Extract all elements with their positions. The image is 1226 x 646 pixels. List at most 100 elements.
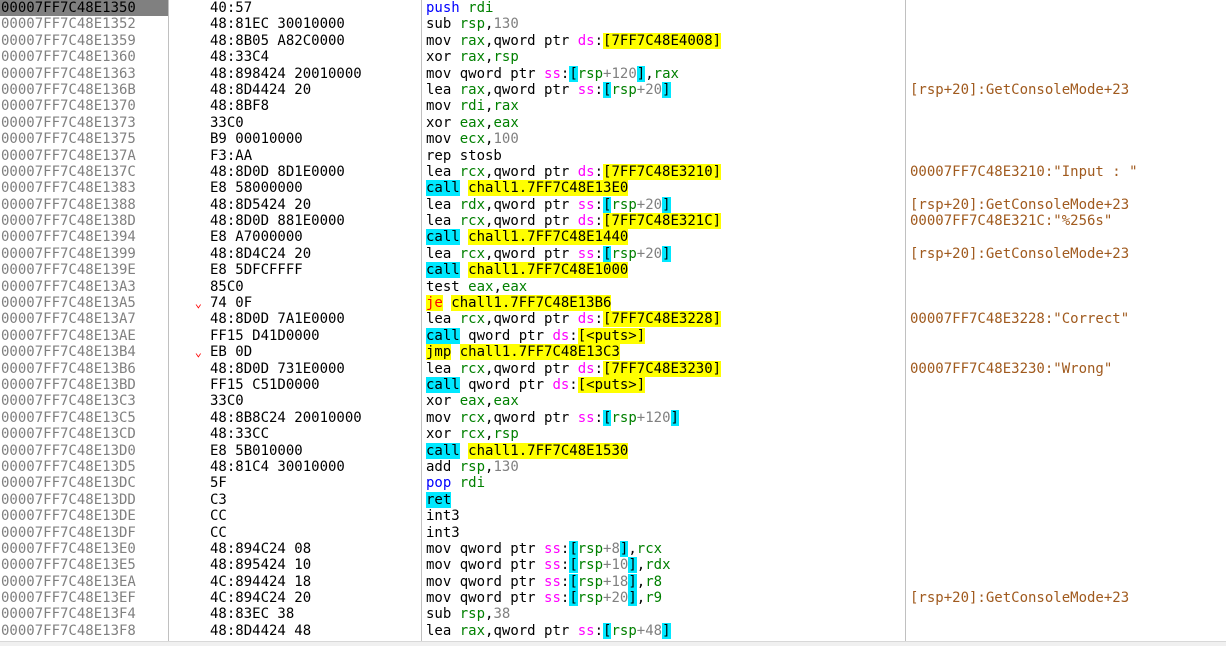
disassembly-cell[interactable]: lea rcx,qword ptr ds:[7FF7C48E3210] <box>421 163 905 180</box>
disassembly-cell[interactable]: call chall1.7FF7C48E1000 <box>421 262 905 279</box>
disassembly-cell[interactable]: lea rcx,qword ptr ds:[7FF7C48E3228] <box>421 311 905 328</box>
instruction-row[interactable]: 00007FF7C48E13E5 48:895424 10 mov qword pt… <box>0 557 1226 574</box>
address-cell[interactable]: 00007FF7C48E13DE <box>0 508 168 524</box>
address-cell[interactable]: 00007FF7C48E1370 <box>0 98 168 114</box>
instruction-row[interactable]: 00007FF7C48E136B 48:8D4424 20 lea rax,qwor… <box>0 81 1226 98</box>
address-cell[interactable]: 00007FF7C48E13A3 <box>0 279 168 295</box>
address-cell[interactable]: 00007FF7C48E1373 <box>0 115 168 131</box>
instruction-row[interactable]: 00007FF7C48E139E E8 5DFCFFFF call chall1.7… <box>0 262 1226 279</box>
instruction-row[interactable]: 00007FF7C48E13B4 ⌄ EB 0D jmp chall1.7FF7C48… <box>0 344 1226 361</box>
instruction-row[interactable]: 00007FF7C48E13A5 ⌄ 74 0F je chall1.7FF7C48E… <box>0 295 1226 312</box>
address-cell[interactable]: 00007FF7C48E13D0 <box>0 443 168 459</box>
disassembly-cell[interactable]: je chall1.7FF7C48E13B6 <box>421 295 905 312</box>
instruction-row[interactable]: 00007FF7C48E13D5 48:81C4 30010000 add rsp,… <box>0 459 1226 475</box>
disassembly-cell[interactable]: lea rcx,qword ptr ss:[rsp+20] <box>421 245 905 262</box>
address-cell[interactable]: 00007FF7C48E138D <box>0 213 168 229</box>
instruction-row[interactable]: 00007FF7C48E1375 B9 00010000 mov ecx,100 <box>0 131 1226 147</box>
instruction-row[interactable]: 00007FF7C48E13E0 48:894C24 08 mov qword pt… <box>0 540 1226 557</box>
disassembly-cell[interactable]: pop rdi <box>421 475 905 491</box>
address-cell[interactable]: 00007FF7C48E13B6 <box>0 361 168 377</box>
instruction-row[interactable]: 00007FF7C48E13A3 85C0 test eax,eax <box>0 279 1226 295</box>
address-cell[interactable]: 00007FF7C48E1352 <box>0 16 168 32</box>
disassembly-cell[interactable]: test eax,eax <box>421 279 905 295</box>
instruction-row[interactable]: 00007FF7C48E13BD FF15 C51D0000 call qword … <box>0 376 1226 393</box>
instruction-row[interactable]: 00007FF7C48E13EF 4C:894C24 20 mov qword pt… <box>0 590 1226 607</box>
instruction-row[interactable]: 00007FF7C48E13C5 48:8B8C24 20010000 mov rc… <box>0 409 1226 426</box>
disassembly-cell[interactable]: xor rax,rsp <box>421 49 905 65</box>
address-cell[interactable]: 00007FF7C48E13DC <box>0 475 168 491</box>
disassembly-cell[interactable]: call qword ptr ds:[<puts>] <box>421 327 905 344</box>
disassembly-cell[interactable]: mov rdi,rax <box>421 98 905 114</box>
horizontal-scrollbar[interactable] <box>0 641 1226 646</box>
address-cell[interactable]: 00007FF7C48E137A <box>0 148 168 164</box>
disassembly-cell[interactable]: mov qword ptr ss:[rsp+120],rax <box>421 65 905 82</box>
disassembly-cell[interactable]: call qword ptr ds:[<puts>] <box>421 376 905 393</box>
address-cell[interactable]: 00007FF7C48E13E5 <box>0 557 168 573</box>
disassembly-cell[interactable]: lea rdx,qword ptr ss:[rsp+20] <box>421 196 905 213</box>
disassembly-cell[interactable]: lea rax,qword ptr ss:[rsp+48] <box>421 622 905 639</box>
instruction-row[interactable]: 00007FF7C48E13AE FF15 D41D0000 call qword … <box>0 327 1226 344</box>
instruction-row[interactable]: 00007FF7C48E13DF CC int3 <box>0 525 1226 541</box>
disassembly-cell[interactable]: lea rax,qword ptr ss:[rsp+20] <box>421 81 905 98</box>
instruction-row[interactable]: 00007FF7C48E13DE CC int3 <box>0 508 1226 524</box>
address-cell[interactable]: 00007FF7C48E13CD <box>0 426 168 442</box>
address-cell[interactable]: 00007FF7C48E1394 <box>0 229 168 245</box>
address-cell[interactable]: 00007FF7C48E1383 <box>0 180 168 196</box>
instruction-row[interactable]: 00007FF7C48E13DD C3 ret <box>0 491 1226 508</box>
instruction-row[interactable]: 00007FF7C48E13B6 48:8D0D 731E0000 lea rcx,… <box>0 360 1226 377</box>
instruction-row[interactable]: 00007FF7C48E1399 48:8D4C24 20 lea rcx,qwor… <box>0 245 1226 262</box>
instruction-row[interactable]: 00007FF7C48E13EA 4C:894424 18 mov qword pt… <box>0 573 1226 590</box>
disassembly-cell[interactable]: xor eax,eax <box>421 115 905 131</box>
address-cell[interactable]: 00007FF7C48E13D5 <box>0 459 168 475</box>
instruction-row[interactable]: 00007FF7C48E1360 48:33C4 xor rax,rsp <box>0 49 1226 65</box>
disassembly-cell[interactable]: lea rcx,qword ptr ds:[7FF7C48E3230] <box>421 360 905 377</box>
address-cell[interactable]: 00007FF7C48E13C3 <box>0 393 168 409</box>
address-cell[interactable]: 00007FF7C48E13C5 <box>0 410 168 426</box>
disassembly-cell[interactable]: int3 <box>421 525 905 541</box>
address-cell[interactable]: 00007FF7C48E136B <box>0 82 168 98</box>
disassembly-cell[interactable]: lea rcx,qword ptr ds:[7FF7C48E321C] <box>421 213 905 230</box>
disassembly-cell[interactable]: sub rsp,130 <box>421 16 905 32</box>
address-cell[interactable]: 00007FF7C48E13DF <box>0 525 168 541</box>
disassembly-cell[interactable]: sub rsp,38 <box>421 606 905 622</box>
disassembly-cell[interactable]: mov qword ptr ss:[rsp+20],r9 <box>421 590 905 607</box>
instruction-row[interactable]: 00007FF7C48E13D0 E8 5B010000 call chall1.7… <box>0 442 1226 459</box>
address-cell[interactable]: 00007FF7C48E13AE <box>0 328 168 344</box>
disassembly-cell[interactable]: mov rax,qword ptr ds:[7FF7C48E4008] <box>421 32 905 49</box>
address-cell[interactable]: 00007FF7C48E13F8 <box>0 623 168 639</box>
disassembly-listing[interactable]: 00007FF7C48E1350 40:57 push rdi 00007FF7C48… <box>0 0 1226 641</box>
address-cell[interactable]: 00007FF7C48E1360 <box>0 49 168 65</box>
address-cell[interactable]: 00007FF7C48E13EF <box>0 590 168 606</box>
instruction-row[interactable]: 00007FF7C48E1394 E8 A7000000 call chall1.7… <box>0 229 1226 246</box>
address-cell[interactable]: 00007FF7C48E13A5 <box>0 295 168 311</box>
instruction-row[interactable]: 00007FF7C48E13CD 48:33CC xor rcx,rsp <box>0 426 1226 442</box>
disassembly-cell[interactable]: xor eax,eax <box>421 393 905 409</box>
instruction-row[interactable]: 00007FF7C48E1352 48:81EC 30010000 sub rsp,… <box>0 16 1226 32</box>
disassembly-cell[interactable]: push rdi <box>421 0 905 16</box>
address-cell[interactable]: 00007FF7C48E1363 <box>0 66 168 82</box>
address-cell[interactable]: 00007FF7C48E13DD <box>0 492 168 508</box>
disassembly-cell[interactable]: mov qword ptr ss:[rsp+8],rcx <box>421 540 905 557</box>
instruction-row[interactable]: 00007FF7C48E13DC 5F pop rdi <box>0 475 1226 491</box>
disassembly-cell[interactable]: add rsp,130 <box>421 459 905 475</box>
disassembly-cell[interactable]: call chall1.7FF7C48E13E0 <box>421 180 905 197</box>
disassembly-cell[interactable]: ret <box>421 491 905 508</box>
disassembly-cell[interactable]: mov ecx,100 <box>421 131 905 147</box>
instruction-row[interactable]: 00007FF7C48E1363 48:898424 20010000 mov qw… <box>0 65 1226 82</box>
disassembly-cell[interactable]: call chall1.7FF7C48E1530 <box>421 442 905 459</box>
instruction-row[interactable]: 00007FF7C48E1373 33C0 xor eax,eax <box>0 115 1226 131</box>
address-cell[interactable]: 00007FF7C48E1399 <box>0 246 168 262</box>
instruction-row[interactable]: 00007FF7C48E13F8 48:8D4424 48 lea rax,qwor… <box>0 622 1226 639</box>
instruction-row[interactable]: 00007FF7C48E13A7 48:8D0D 7A1E0000 lea rcx,… <box>0 311 1226 328</box>
disassembly-cell[interactable]: mov qword ptr ss:[rsp+10],rdx <box>421 557 905 574</box>
address-cell[interactable]: 00007FF7C48E13BD <box>0 377 168 393</box>
address-cell[interactable]: 00007FF7C48E1350 <box>0 0 168 17</box>
instruction-row[interactable]: 00007FF7C48E13C3 33C0 xor eax,eax <box>0 393 1226 409</box>
address-cell[interactable]: 00007FF7C48E13A7 <box>0 311 168 327</box>
address-cell[interactable]: 00007FF7C48E13B4 <box>0 344 168 360</box>
disassembly-cell[interactable]: jmp chall1.7FF7C48E13C3 <box>421 344 905 361</box>
address-cell[interactable]: 00007FF7C48E1388 <box>0 197 168 213</box>
instruction-row[interactable]: 00007FF7C48E1383 E8 58000000 call chall1.7… <box>0 180 1226 197</box>
instruction-row[interactable]: 00007FF7C48E138D 48:8D0D 881E0000 lea rcx,… <box>0 213 1226 230</box>
instruction-row[interactable]: 00007FF7C48E137C 48:8D0D 8D1E0000 lea rcx,… <box>0 163 1226 180</box>
